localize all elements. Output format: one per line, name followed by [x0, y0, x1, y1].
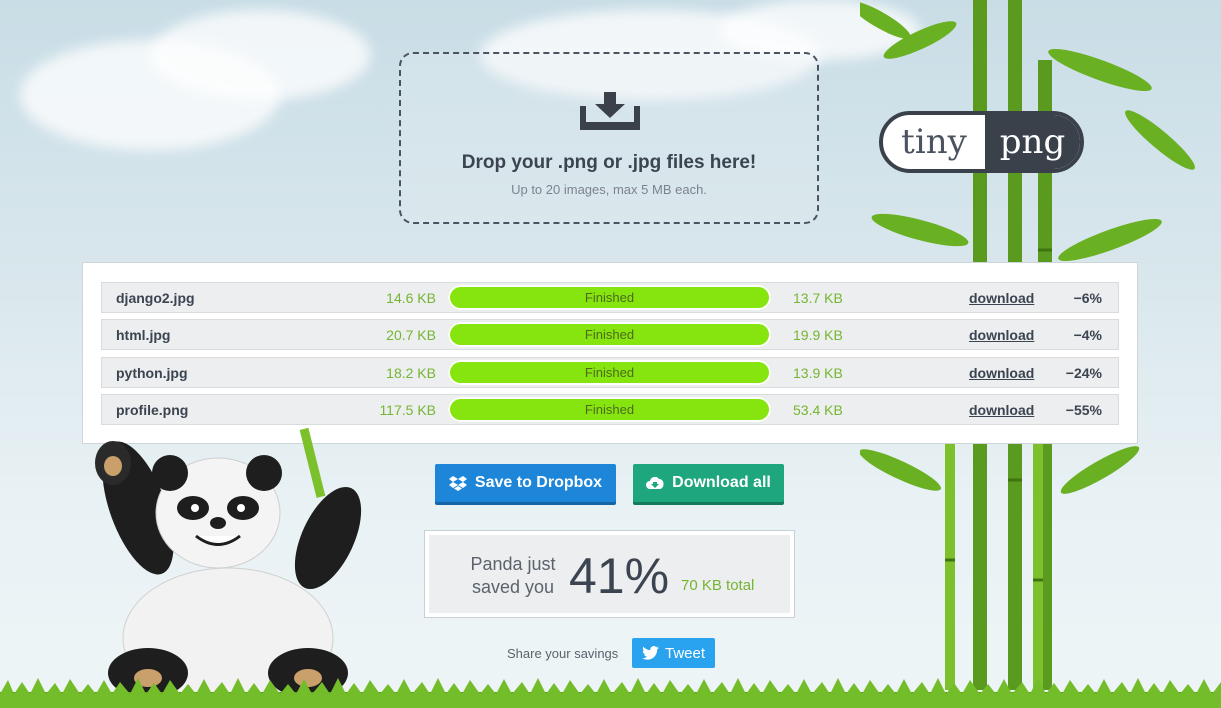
savings-total: 70 KB total [681, 577, 755, 594]
download-tray-icon [580, 92, 640, 130]
compressed-size: 19.9 KB [793, 327, 843, 343]
file-row: profile.png 117.5 KB Finished 53.4 KB do… [101, 394, 1119, 425]
file-row: python.jpg 18.2 KB Finished 13.9 KB down… [101, 357, 1119, 388]
download-all-button[interactable]: Download all [633, 464, 784, 502]
save-to-dropbox-button[interactable]: Save to Dropbox [435, 464, 616, 502]
file-list-panel: django2.jpg 14.6 KB Finished 13.7 KB dow… [82, 262, 1138, 444]
saving-percent: −6% [1073, 290, 1102, 306]
share-label: Share your savings [507, 646, 619, 661]
file-name: django2.jpg [116, 290, 195, 306]
savings-percent: 41% [569, 548, 670, 604]
compressed-size: 13.7 KB [793, 290, 843, 306]
original-size: 117.5 KB [379, 402, 436, 418]
file-name: python.jpg [116, 365, 188, 381]
savings-label-line1: Panda just [470, 554, 556, 574]
file-row: django2.jpg 14.6 KB Finished 13.7 KB dow… [101, 282, 1119, 313]
progress-bar: Finished [448, 322, 771, 347]
saving-percent: −55% [1065, 402, 1102, 418]
download-link[interactable]: download [969, 402, 1034, 418]
compressed-size: 13.9 KB [793, 365, 843, 381]
download-all-label: Download all [672, 474, 771, 491]
dropbox-icon [448, 476, 467, 491]
twitter-bird-icon [642, 646, 659, 660]
download-link[interactable]: download [969, 327, 1034, 343]
tweet-label: Tweet [664, 644, 706, 662]
dropzone-title: Drop your .png or .jpg files here! [461, 152, 757, 173]
tweet-button[interactable]: Tweet [632, 638, 715, 668]
original-size: 18.2 KB [386, 365, 436, 381]
download-link[interactable]: download [969, 365, 1034, 381]
progress-bar: Finished [448, 285, 771, 310]
tinypng-logo: tiny png [879, 111, 1084, 173]
cloud [150, 10, 370, 100]
logo-text-tiny: tiny [901, 122, 967, 162]
saving-percent: −24% [1065, 365, 1102, 381]
savings-label-line2: saved you [471, 577, 555, 597]
cloud-download-icon [646, 476, 664, 489]
dropzone-subtitle: Up to 20 images, max 5 MB each. [511, 182, 707, 197]
file-row: html.jpg 20.7 KB Finished 19.9 KB downlo… [101, 319, 1119, 350]
original-size: 14.6 KB [386, 290, 436, 306]
panda-mascot-illustration [95, 428, 362, 698]
progress-bar: Finished [448, 360, 771, 385]
original-size: 20.7 KB [386, 327, 436, 343]
file-name: html.jpg [116, 327, 171, 343]
compressed-size: 53.4 KB [793, 402, 843, 418]
download-link[interactable]: download [969, 290, 1034, 306]
savings-label: Panda just saved you [463, 553, 563, 599]
grass-border [0, 678, 1221, 708]
saving-percent: −4% [1073, 327, 1102, 343]
progress-bar: Finished [448, 397, 771, 422]
file-name: profile.png [116, 402, 189, 418]
save-to-dropbox-label: Save to Dropbox [474, 474, 603, 491]
file-drop-zone[interactable]: Drop your .png or .jpg files here! Up to… [399, 52, 819, 224]
savings-summary: Panda just saved you 41% 70 KB total [424, 530, 795, 618]
logo-text-png: png [985, 115, 1080, 169]
